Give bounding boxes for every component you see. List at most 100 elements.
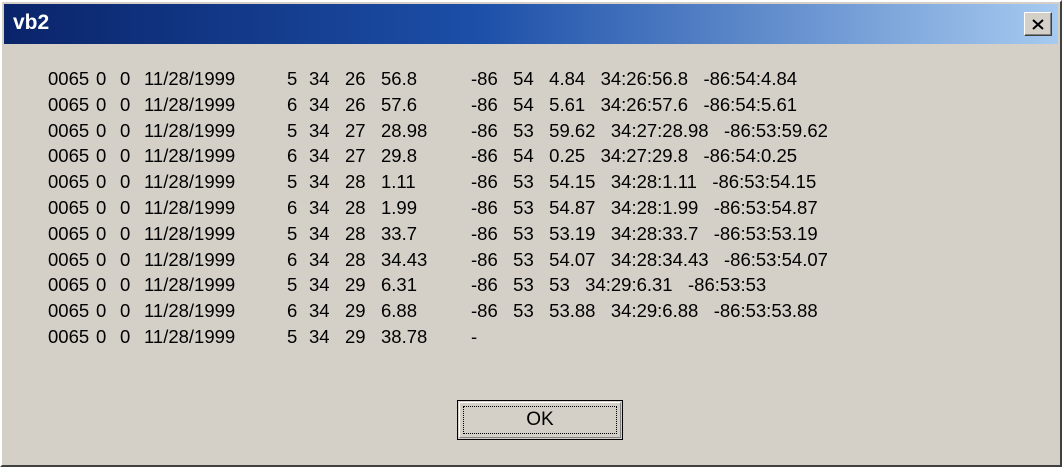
output-field: 0 (96, 119, 107, 141)
close-icon (1032, 18, 1044, 30)
output-field: 0 (96, 68, 107, 89)
ok-button-label: OK (526, 409, 554, 430)
output-field: 34.43 (381, 248, 428, 270)
output-field: 0065 (48, 171, 90, 193)
output-field: 11/28/1999 (144, 325, 236, 347)
output-field: 11/28/1999 (144, 300, 236, 322)
output-field: 11/28/1999 (144, 93, 236, 115)
output-field: 0 (96, 171, 107, 193)
output-field: 34 (309, 274, 330, 296)
close-button[interactable] (1024, 12, 1052, 36)
output-field: 0065 (48, 196, 90, 218)
output-field: 6.31 (381, 274, 418, 296)
output-field: 29 (345, 325, 366, 347)
output-field: -86 54 0.25 34:27:29.8 -86:54:0.25 (471, 145, 798, 167)
output-field: 28 (345, 222, 366, 244)
output-field: 0 (120, 119, 131, 141)
output-field: 6 (287, 248, 298, 270)
message-box-window: vb2 0065 0 0 11/28/1999 5 34 26 56.8 -86 54 4.84… (0, 0, 1062, 467)
output-field: 0 (120, 274, 131, 296)
output-field: 0 (96, 248, 107, 270)
output-field: -86 53 54.07 34:28:34.43 -86:53:54.07 (471, 248, 828, 270)
output-field: 11/28/1999 (144, 68, 236, 89)
output-field: 11/28/1999 (144, 248, 236, 270)
output-field: 1.11 (381, 171, 416, 193)
output-field: 34 (309, 196, 330, 218)
output-field: 34 (309, 248, 330, 270)
output-field: 11/28/1999 (144, 171, 236, 193)
output-field: 0 (96, 93, 107, 115)
output-field: 0 (96, 222, 107, 244)
output-field: 0065 (48, 93, 90, 115)
title-bar[interactable]: vb2 (4, 4, 1058, 44)
output-field: -86 53 53.19 34:28:33.7 -86:53:53.19 (471, 222, 818, 244)
output-field: 28 (345, 248, 366, 270)
output-field: 11/28/1999 (144, 145, 236, 167)
output-field: 11/28/1999 (144, 119, 236, 141)
output-field: 6 (287, 300, 298, 322)
output-field: 34 (309, 300, 330, 322)
output-field: 38.78 (381, 325, 428, 347)
output-field: 5 (287, 222, 298, 244)
output-field: 0 (120, 325, 131, 347)
output-field: -86 54 5.61 34:26:57.6 -86:54:5.61 (471, 93, 798, 115)
window-title: vb2 (13, 11, 50, 34)
output-field: -86 53 53.88 34:29:6.88 -86:53:53.88 (471, 300, 818, 322)
output-field: 0065 (48, 145, 90, 167)
output-field: 11/28/1999 (144, 196, 236, 218)
output-field: 6.88 (381, 300, 418, 322)
output-field: 0065 (48, 222, 90, 244)
output-field: 28.98 (381, 119, 428, 141)
output-field: -86 53 59.62 34:27:28.98 -86:53:59.62 (471, 119, 828, 141)
output-field: 0 (120, 300, 131, 322)
output-field: 5 (287, 119, 298, 141)
output-field: 1.99 (381, 196, 418, 218)
output-field: 28 (345, 171, 366, 193)
output-field: 0 (96, 196, 107, 218)
output-field: 0065 (48, 68, 90, 89)
output-field: -86 54 4.84 34:26:56.8 -86:54:4.84 (471, 68, 798, 89)
output-field: 0065 (48, 248, 90, 270)
output-field: - (471, 325, 478, 347)
output-field: 34 (309, 68, 330, 89)
output-field: 5 (287, 68, 298, 89)
ok-button[interactable]: OK (457, 400, 623, 440)
output-field: 0 (120, 171, 131, 193)
output-field: 34 (309, 325, 330, 347)
output-field: 34 (309, 119, 330, 141)
output-field: -86 53 53 34:29:6.31 -86:53:53 (471, 274, 767, 296)
output-field: 6 (287, 145, 298, 167)
output-field: 0065 (48, 274, 90, 296)
output-field: 27 (345, 145, 366, 167)
output-field: 29.8 (381, 145, 418, 167)
output-field: 0 (120, 196, 131, 218)
output-field: 0 (96, 274, 107, 296)
output-field: 56.8 (381, 68, 418, 89)
output-field: 33.7 (381, 222, 418, 244)
output-field: 0065 (48, 325, 90, 347)
output-field: 0 (96, 325, 107, 347)
output-field: 6 (287, 196, 298, 218)
output-field: 0 (120, 145, 131, 167)
output-field: 0 (96, 300, 107, 322)
output-field: 0 (120, 222, 131, 244)
output-field: 26 (345, 93, 366, 115)
output-field: 5 (287, 325, 298, 347)
output-field: 57.6 (381, 93, 418, 115)
output-field: 29 (345, 300, 366, 322)
output-field: 0065 (48, 300, 90, 322)
output-field: 11/28/1999 (144, 222, 236, 244)
output-field: 6 (287, 93, 298, 115)
output-field: 5 (287, 274, 298, 296)
output-field: 0 (120, 248, 131, 270)
output-field: 34 (309, 93, 330, 115)
output-field: 34 (309, 222, 330, 244)
output-field: 27 (345, 119, 366, 141)
output-field: 11/28/1999 (144, 274, 236, 296)
output-field: 26 (345, 68, 366, 89)
output-field: 0 (120, 93, 131, 115)
output-field: 0 (120, 68, 131, 89)
output-field: 29 (345, 274, 366, 296)
output-field: 5 (287, 171, 298, 193)
output-field: -86 53 54.87 34:28:1.99 -86:53:54.87 (471, 196, 818, 218)
